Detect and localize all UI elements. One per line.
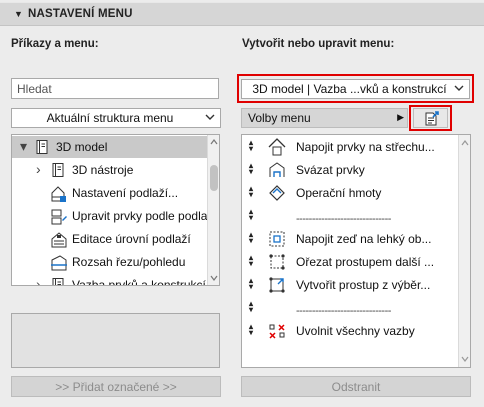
menu-item-label: Vytvořit prostup z výběr... xyxy=(296,278,431,292)
scroll-up-icon[interactable] xyxy=(461,139,469,147)
scroll-up-icon[interactable] xyxy=(210,138,218,146)
add-selected-button[interactable]: >> Přidat označené >> xyxy=(11,376,221,397)
new-menu-item-button[interactable] xyxy=(413,108,448,128)
structure-select[interactable]: Aktuální struktura menu xyxy=(11,108,221,128)
command-tree[interactable]: ▾ 3D model › 3D nástroje Nastavení podlaží..… xyxy=(11,134,220,286)
tree-item[interactable]: Rozsah řezu/pohledu xyxy=(12,251,208,273)
building-stories-icon xyxy=(50,185,68,206)
drag-handle-icon[interactable]: ▴ ▾ xyxy=(249,139,253,153)
drag-handle-icon[interactable]: ▴ ▾ xyxy=(249,277,253,291)
tree-item-label: 3D model xyxy=(56,140,108,154)
menu-select-value: 3D model | Vazba ...vků a konstrukcí xyxy=(252,82,447,96)
section-header[interactable]: ▼ NASTAVENÍ MENU xyxy=(0,2,484,26)
edit-by-story-icon xyxy=(50,208,68,229)
menu-item-row[interactable]: ▴ ▾ Svázat prvky xyxy=(242,159,458,181)
tree-item[interactable]: › Vazba prvků a konstrukcí xyxy=(12,274,208,286)
wall-to-curtain-icon xyxy=(268,230,286,248)
collapsed-chevron-icon[interactable]: › xyxy=(36,276,41,285)
trim-opening-icon xyxy=(268,253,286,271)
tree-item[interactable]: Editace úrovní podlaží xyxy=(12,228,208,250)
menu-item-label: Napojit prvky na střechu... xyxy=(296,140,435,154)
menu-item-label: Uvolnit všechny vazby xyxy=(296,324,415,338)
book-icon xyxy=(50,277,66,285)
drag-handle-icon[interactable]: ▴ ▾ xyxy=(249,300,253,314)
tree-item-label: Vazba prvků a konstrukcí xyxy=(72,278,206,286)
separator-line: ------------------------------ xyxy=(296,305,391,317)
play-arrow-icon: ▶ xyxy=(397,112,404,122)
chevron-down-icon xyxy=(454,85,464,91)
structure-select-value: Aktuální struktura menu xyxy=(46,111,174,125)
chevron-down-icon xyxy=(205,114,215,120)
menu-panel-scrollbar[interactable] xyxy=(458,135,470,367)
tree-item-label: Rozsah řezu/pohledu xyxy=(72,255,186,269)
release-all-icon xyxy=(268,322,286,340)
menu-item-row[interactable]: ▴ ▾ Uvolnit všechny vazby xyxy=(242,320,458,342)
drag-handle-icon[interactable]: ▴ ▾ xyxy=(249,323,253,337)
drag-handle-icon[interactable]: ▴ ▾ xyxy=(249,254,253,268)
tree-item-label: Editace úrovní podlaží xyxy=(72,232,191,246)
tree-scrollbar[interactable] xyxy=(207,135,219,285)
trim-to-roof-icon xyxy=(268,138,286,156)
search-input[interactable]: Hledat xyxy=(11,78,219,99)
tree-item[interactable]: Upravit prvky podle podlaží xyxy=(12,205,217,229)
tree-item-label: Upravit prvky podle podlaží xyxy=(72,209,217,223)
scrollbar-thumb[interactable] xyxy=(210,165,218,191)
menu-select[interactable]: 3D model | Vazba ...vků a konstrukcí xyxy=(241,79,470,99)
collapse-triangle-icon[interactable]: ▼ xyxy=(14,9,23,19)
commands-heading: Příkazy a menu: xyxy=(11,38,99,50)
scroll-down-icon[interactable] xyxy=(210,274,218,282)
menu-items-panel[interactable]: ▴ ▾ Napojit prvky na střechu... ▴ ▾ Svázat pr… xyxy=(241,134,471,368)
section-title: NASTAVENÍ MENU xyxy=(28,8,133,20)
menu-options-button[interactable]: Volby menu ▶ xyxy=(241,108,408,128)
menu-separator-row[interactable]: ▴ ▾ ------------------------------ xyxy=(242,297,458,319)
separator-line: ------------------------------ xyxy=(296,213,391,225)
menu-item-label: Napojit zeď na lehký ob... xyxy=(296,232,432,246)
tree-item[interactable]: › 3D nástroje xyxy=(12,159,208,181)
drag-handle-icon[interactable]: ▴ ▾ xyxy=(249,208,253,222)
menu-item-row[interactable]: ▴ ▾ Operační hmoty xyxy=(242,182,458,204)
book-icon xyxy=(34,139,50,158)
new-menu-item-icon xyxy=(425,111,439,126)
menu-item-label: Ořezat prostupem další ... xyxy=(296,255,435,269)
menu-item-label: Operační hmoty xyxy=(296,186,382,200)
menu-item-label: Svázat prvky xyxy=(296,163,365,177)
cut-range-icon xyxy=(50,254,68,275)
menu-separator-row[interactable]: ▴ ▾ ------------------------------ xyxy=(242,205,458,227)
book-icon xyxy=(50,162,66,181)
drag-handle-icon[interactable]: ▴ ▾ xyxy=(249,185,253,199)
drag-handle-icon[interactable]: ▴ ▾ xyxy=(249,231,253,245)
scroll-down-icon[interactable] xyxy=(461,355,469,363)
expanded-chevron-icon[interactable]: ▾ xyxy=(20,138,27,155)
tree-item-label: 3D nástroje xyxy=(72,163,134,177)
menu-item-row[interactable]: ▴ ▾ Napojit zeď na lehký ob... xyxy=(242,228,458,250)
drag-handle-icon[interactable]: ▴ ▾ xyxy=(249,162,253,176)
remove-button[interactable]: Odstranit xyxy=(241,376,471,397)
story-levels-icon xyxy=(50,231,68,252)
connect-elements-icon xyxy=(268,161,286,179)
solid-operations-icon xyxy=(268,184,286,202)
create-opening-icon xyxy=(268,276,286,294)
menu-heading: Vytvořit nebo upravit menu: xyxy=(242,38,395,50)
tree-item[interactable]: ▾ 3D model xyxy=(12,136,208,158)
description-box xyxy=(11,313,220,368)
collapsed-chevron-icon[interactable]: › xyxy=(36,161,41,177)
menu-options-label: Volby menu xyxy=(248,111,311,125)
tree-item-label: Nastavení podlaží... xyxy=(72,186,179,200)
menu-item-row[interactable]: ▴ ▾ Vytvořit prostup z výběr... xyxy=(242,274,458,296)
menu-item-row[interactable]: ▴ ▾ Ořezat prostupem další ... xyxy=(242,251,458,273)
tree-item[interactable]: Nastavení podlaží... xyxy=(12,182,208,204)
menu-item-row[interactable]: ▴ ▾ Napojit prvky na střechu... xyxy=(242,136,458,158)
